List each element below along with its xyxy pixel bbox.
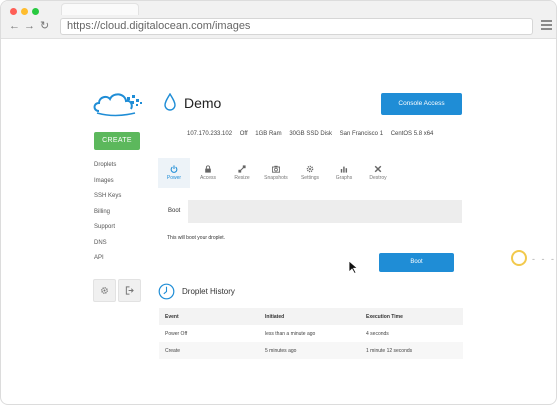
tab-label: Snapshots — [264, 175, 288, 181]
close-window-button[interactable] — [10, 8, 17, 15]
column-header: Initiated — [265, 314, 285, 320]
tab-label: Destroy — [369, 175, 387, 181]
tab-settings[interactable]: Settings — [294, 158, 326, 188]
column-header: Event — [165, 314, 179, 320]
initiated-cell: 5 minutes ago — [265, 348, 297, 354]
tab-label: Settings — [300, 175, 320, 181]
back-arrow-icon[interactable]: ← — [9, 19, 20, 33]
browser-tab[interactable] — [61, 3, 139, 15]
close-icon — [374, 165, 382, 173]
droplet-icon — [164, 93, 176, 111]
droplet-tabs: Power Access Resize Snapshots Settings G… — [158, 158, 398, 188]
sidebar-item-droplets[interactable]: Droplets — [94, 161, 121, 177]
execution-time-cell: 1 minute 12 seconds — [366, 348, 413, 354]
gear-icon — [306, 165, 314, 173]
digitalocean-logo[interactable] — [91, 89, 143, 119]
ip-address: 107.170.233.102 — [187, 131, 233, 137]
history-table: Event Initiated Execution Time Power Off… — [159, 308, 463, 359]
tab-label: Power — [166, 175, 182, 181]
tab-destroy[interactable]: Destroy — [362, 158, 394, 188]
bar-chart-icon — [340, 166, 348, 173]
settings-button[interactable] — [93, 279, 116, 302]
resize-icon — [238, 165, 246, 173]
browser-toolbar: ← → ↻ https://cloud.digitalocean.com/ima… — [1, 1, 556, 39]
reload-icon[interactable]: ↻ — [40, 19, 49, 33]
table-row: Create 5 minutes ago 1 minute 12 seconds — [159, 342, 463, 359]
disk-spec: 30GB SSD Disk — [289, 131, 332, 137]
region-spec: San Francisco 1 — [339, 131, 384, 137]
tab-label: Access — [199, 175, 217, 181]
ram-spec: 1GB Ram — [255, 131, 282, 137]
decorative-ring — [511, 250, 527, 266]
sidebar-item-images[interactable]: Images — [94, 177, 121, 193]
logout-icon — [125, 286, 134, 295]
minimize-window-button[interactable] — [21, 8, 28, 15]
mouse-cursor-icon — [348, 260, 359, 274]
console-access-button[interactable]: Console Access — [381, 93, 462, 115]
boot-button[interactable]: Boot — [379, 253, 454, 272]
initiated-cell: less than a minute ago — [265, 331, 316, 337]
table-row: Power Off less than a minute ago 4 secon… — [159, 325, 463, 342]
tab-snapshots[interactable]: Snapshots — [260, 158, 292, 188]
decorative-dashes: - - - — [532, 254, 556, 264]
logout-button[interactable] — [118, 279, 141, 302]
boot-field — [188, 200, 462, 223]
sidebar-item-ssh-keys[interactable]: SSH Keys — [94, 192, 121, 208]
droplet-specs: 107.170.233.102 Off 1GB Ram 30GB SSD Dis… — [187, 131, 439, 137]
sidebar-nav: Droplets Images SSH Keys Billing Support… — [94, 161, 121, 270]
droplet-name: Demo — [184, 95, 222, 111]
tab-label: Resize — [234, 175, 250, 181]
tab-graphs[interactable]: Graphs — [328, 158, 360, 188]
sidebar-item-api[interactable]: API — [94, 254, 121, 270]
event-cell: Power Off — [165, 331, 188, 337]
camera-icon — [272, 165, 280, 173]
forward-arrow-icon[interactable]: → — [24, 19, 35, 33]
menu-icon[interactable] — [541, 20, 552, 31]
browser-window: ← → ↻ https://cloud.digitalocean.com/ima… — [0, 0, 557, 405]
address-bar[interactable]: https://cloud.digitalocean.com/images — [60, 18, 533, 35]
droplet-history-title: Droplet History — [182, 287, 235, 296]
sidebar-item-support[interactable]: Support — [94, 223, 121, 239]
tab-label: Graphs — [335, 175, 353, 181]
clock-icon — [158, 283, 175, 300]
create-button[interactable]: CREATE — [94, 132, 140, 150]
sidebar-item-billing[interactable]: Billing — [94, 208, 121, 224]
gear-icon — [101, 287, 108, 294]
table-header-row: Event Initiated Execution Time — [159, 308, 463, 325]
maximize-window-button[interactable] — [32, 8, 39, 15]
boot-label: Boot — [168, 208, 181, 214]
execution-time-cell: 4 seconds — [366, 331, 389, 337]
status-badge: Off — [239, 131, 248, 137]
tab-resize[interactable]: Resize — [226, 158, 258, 188]
os-spec: CentOS 5.8 x64 — [390, 131, 434, 137]
lock-icon — [205, 165, 211, 173]
boot-description: This will boot your droplet. — [167, 235, 226, 241]
event-cell: Create — [165, 348, 181, 354]
power-icon — [170, 165, 178, 173]
tab-power[interactable]: Power — [158, 158, 190, 188]
sidebar-item-dns[interactable]: DNS — [94, 239, 121, 255]
column-header: Execution Time — [366, 314, 403, 320]
boot-panel: Boot — [160, 200, 462, 223]
tab-access[interactable]: Access — [192, 158, 224, 188]
